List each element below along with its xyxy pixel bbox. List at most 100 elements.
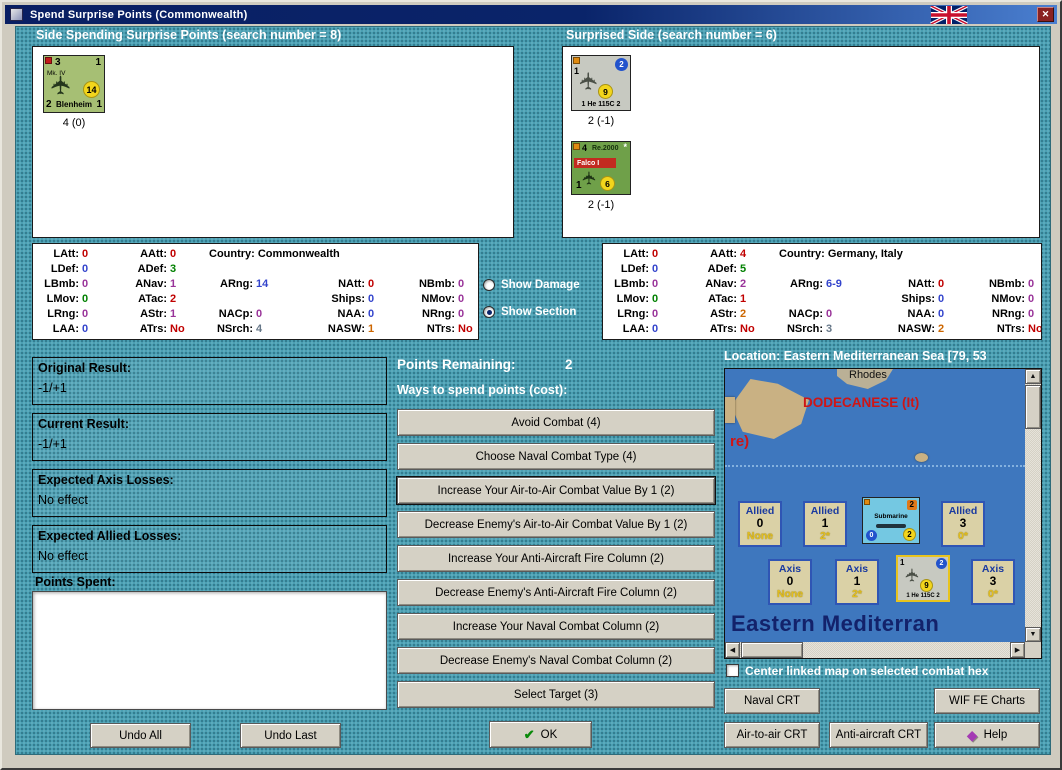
- surprised-stats-panel: LAtt: 0 AAtt: 4 Country: Germany, Italy LDef: 0…: [602, 243, 1042, 340]
- scroll-up-button[interactable]: ▲: [1025, 369, 1041, 384]
- stat-atac: ATac: 2: [138, 293, 177, 305]
- counter-name-label: 1 He 115C 2: [581, 101, 621, 108]
- aircraft-silhouette-icon: ✈: [45, 74, 76, 96]
- stat-nmov: NMov: 0: [991, 293, 1035, 305]
- air-rating-badge: 14: [83, 81, 100, 98]
- surprised-units-panel: 1 2 ✈ 9 1 He 115C 2 2 (-1) 4 Re.2000 * F…: [562, 46, 1040, 238]
- map-island: [725, 397, 735, 423]
- center-map-checkbox[interactable]: [726, 664, 739, 677]
- points-remaining-label: Points Remaining:: [397, 357, 516, 372]
- he115c-counter[interactable]: 1 2 ✈ 9 1 He 115C 2: [571, 55, 631, 111]
- radio-show-section[interactable]: Show Section: [483, 306, 601, 318]
- help-button[interactable]: ◆ Help: [934, 722, 1040, 748]
- axis-box-2[interactable]: Axis 3 0*: [971, 559, 1015, 605]
- points-spent-label: Points Spent:: [35, 575, 116, 589]
- air-rating-badge: 6: [600, 176, 615, 191]
- linked-map-panel: Rhodes DODECANESE (It) re) Eastern Medit…: [724, 368, 1042, 659]
- count-value: 0: [756, 516, 764, 531]
- app-icon: [10, 8, 23, 21]
- original-result-box: Original Result: -1/+1: [32, 357, 387, 405]
- sub-top-right-value: 2: [906, 500, 917, 510]
- expected-axis-losses-value: No effect: [38, 493, 88, 507]
- counter-bottom-left-value: 1: [576, 180, 582, 191]
- allied-box-1[interactable]: Allied 1 2*: [803, 501, 847, 547]
- spend-option-8[interactable]: Decrease Enemy's Naval Combat Column (2): [397, 647, 715, 674]
- undo-all-button[interactable]: Undo All: [90, 723, 191, 748]
- original-result-value: -1/+1: [38, 381, 67, 395]
- map-viewport[interactable]: Rhodes DODECANESE (It) re) Eastern Medit…: [725, 369, 1025, 642]
- blenheim-counter[interactable]: 3 1 Mk. IV ✈ 14 2 Blenheim 1: [43, 55, 105, 113]
- stat-atrs: ATrs: No: [139, 323, 185, 335]
- allied-box-0[interactable]: Allied 0 None: [738, 501, 782, 547]
- air-to-air-crt-button[interactable]: Air-to-air CRT: [724, 722, 820, 748]
- count-value: 0: [786, 574, 794, 589]
- current-result-value: -1/+1: [38, 437, 67, 451]
- map-vscrollbar[interactable]: ▲ ▼: [1025, 369, 1041, 642]
- blue-badge: 2: [615, 58, 628, 71]
- map-islet: [915, 453, 928, 462]
- radio-label: Show Damage: [501, 279, 580, 291]
- sea-name-label: Eastern Mediterran: [731, 611, 940, 636]
- radio-show-damage[interactable]: Show Damage: [483, 279, 601, 291]
- aircraft-silhouette-icon: ✈: [902, 567, 923, 583]
- counter-bottom-right-value: 1: [96, 99, 102, 110]
- allied-box-2[interactable]: Allied 3 0*: [941, 501, 985, 547]
- radio-dot-icon: [483, 306, 495, 318]
- spend-option-5[interactable]: Increase Your Anti-Aircraft Fire Column …: [397, 545, 715, 572]
- aircraft-silhouette-icon: ✈: [579, 170, 600, 186]
- re2000-counter[interactable]: 4 Re.2000 * Falco I ✈ 1 6: [571, 141, 631, 195]
- stat-natt: NAtt: 0: [908, 278, 945, 290]
- stat-empty: [209, 262, 321, 276]
- spend-option-7[interactable]: Increase Your Naval Combat Column (2): [397, 613, 715, 640]
- spend-option-2[interactable]: Choose Naval Combat Type (4): [397, 443, 715, 470]
- wif-fe-charts-button[interactable]: WIF FE Charts: [934, 688, 1040, 714]
- submarine-name-label: Submarine: [874, 513, 908, 520]
- spend-option-6[interactable]: Decrease Enemy's Anti-Aircraft Fire Colu…: [397, 579, 715, 606]
- spend-option-3[interactable]: Increase Your Air-to-Air Combat Value By…: [396, 476, 716, 505]
- left-arrow-icon: ◀: [729, 647, 736, 654]
- scroll-right-button[interactable]: ▶: [1010, 642, 1025, 658]
- anti-aircraft-crt-button[interactable]: Anti-aircraft CRT: [829, 722, 928, 748]
- hscroll-thumb[interactable]: [741, 642, 803, 658]
- stat-nsrch: NSrch: 3: [786, 323, 833, 335]
- stat-nrng: NRng: 0: [422, 308, 465, 320]
- submarine-counter[interactable]: 2 Submarine 0 2: [862, 497, 920, 544]
- uk-flag-icon: [930, 6, 968, 24]
- spend-option-9[interactable]: Select Target (3): [397, 681, 715, 708]
- yellow-badge: 2: [903, 528, 916, 541]
- counter-top-left-value: 4: [582, 143, 588, 153]
- stat-lbmb: LBmb: 0: [614, 278, 659, 290]
- naval-crt-button[interactable]: Naval CRT: [724, 688, 820, 714]
- sub-value: 2*: [820, 529, 830, 542]
- stat-anav: ANav: 1: [135, 278, 177, 290]
- stat-adef: ADef: 5: [707, 263, 747, 275]
- center-map-label: Center linked map on selected combat hex: [745, 664, 989, 678]
- anti-aircraft-crt-label: Anti-aircraft CRT: [835, 729, 922, 741]
- scroll-left-button[interactable]: ◀: [725, 642, 740, 658]
- stat-empty: [779, 292, 891, 306]
- spend-option-1[interactable]: Avoid Combat (4): [397, 409, 715, 436]
- ok-label: OK: [540, 728, 558, 741]
- points-spent-listbox[interactable]: [32, 591, 387, 710]
- stat-country: Country: Germany, Italy: [779, 248, 903, 260]
- stat-atrs: ATrs: No: [709, 323, 755, 335]
- spend-option-4[interactable]: Decrease Enemy's Air-to-Air Combat Value…: [397, 511, 715, 538]
- ok-button[interactable]: ✔ OK: [489, 721, 592, 748]
- map-hscrollbar[interactable]: ◀ ▶: [725, 642, 1025, 658]
- undo-all-label: Undo All: [119, 729, 162, 742]
- stat-ntrs: NTrs:No: [426, 323, 473, 335]
- he115c-map-counter[interactable]: 1 2 ✈ 9 1 He 115C 2: [896, 555, 950, 602]
- undo-last-button[interactable]: Undo Last: [240, 723, 341, 748]
- close-button[interactable]: ✕: [1037, 7, 1054, 22]
- counter-bottom-left-value: 2: [46, 99, 52, 110]
- vscroll-thumb[interactable]: [1025, 385, 1041, 429]
- scroll-down-button[interactable]: ▼: [1025, 627, 1041, 642]
- stat-ships: Ships: 0: [331, 293, 375, 305]
- stat-anav: ANav: 2: [705, 278, 747, 290]
- axis-box-0[interactable]: Axis 0 None: [768, 559, 812, 605]
- stat-lmov: LMov: 0: [616, 293, 659, 305]
- axis-box-1[interactable]: Axis 1 2*: [835, 559, 879, 605]
- air-rating-badge: 9: [920, 579, 933, 592]
- submarine-silhouette-icon: [876, 524, 906, 528]
- stat-ldef: LDef: 0: [50, 263, 89, 275]
